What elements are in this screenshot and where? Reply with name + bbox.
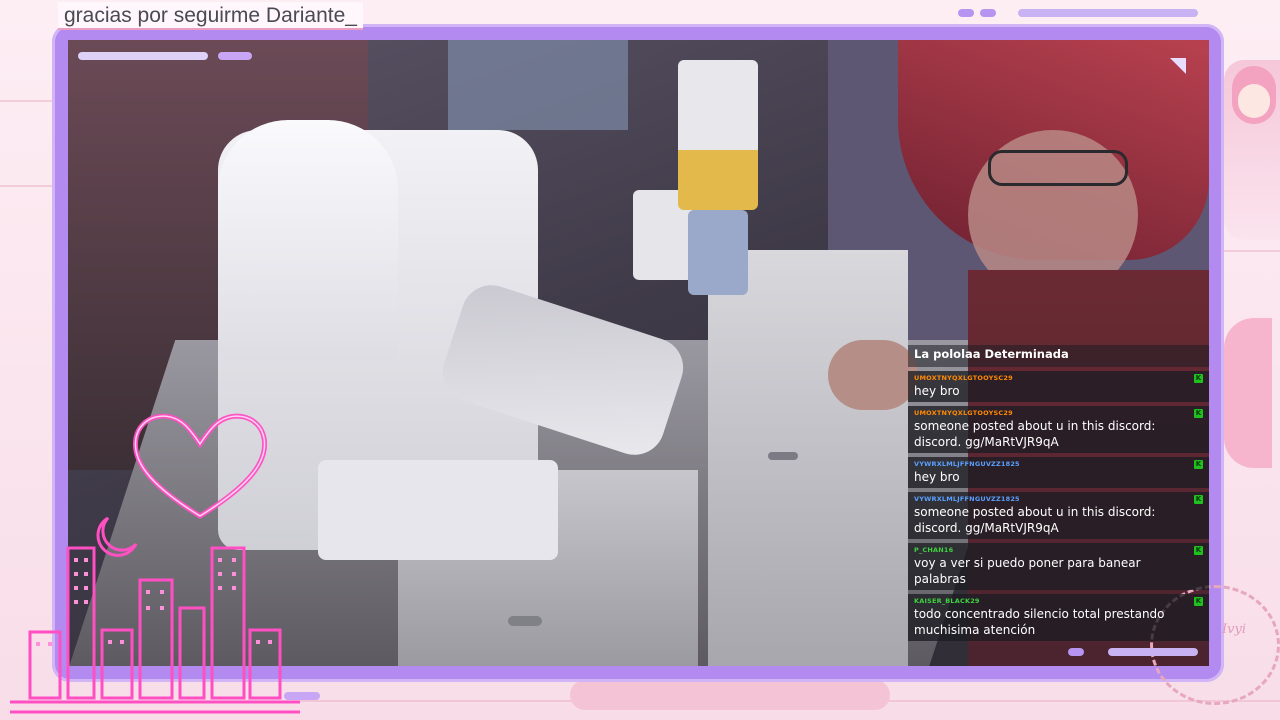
video-top-bar — [78, 52, 208, 60]
chat-message-text: someone posted about u in this discord: … — [914, 505, 1156, 535]
chat-message-text: hey bro — [914, 384, 960, 398]
chat-message-text: voy a ver si puedo poner para banear pal… — [914, 556, 1141, 586]
scene-knob — [508, 616, 542, 626]
background-line — [0, 100, 60, 102]
chat-scroll-indicator — [1068, 648, 1084, 656]
chat-username: UMOXTNYQXLGTOOYSC29 — [914, 374, 1013, 382]
top-progress-bar — [1018, 9, 1198, 17]
background-line — [1224, 250, 1280, 252]
corner-triangle-icon — [1170, 58, 1186, 74]
chat-message: P_CHAN16 voy a ver si puedo poner para b… — [908, 543, 1209, 590]
follower-alert: gracias por seguirme Dariante_ — [58, 2, 363, 30]
scene-poster — [448, 40, 628, 130]
neon-heart-icon — [132, 413, 268, 519]
chat-message: VYWRXLMLJFFNGUVZZ1825 someone posted abo… — [908, 492, 1209, 539]
background-cloud — [570, 680, 890, 710]
stamp-text: Ivyi — [1222, 622, 1246, 637]
background-line — [0, 185, 60, 187]
scene-cabinet — [708, 250, 908, 666]
streamer-hand — [828, 340, 918, 410]
mod-badge-icon: K — [1194, 409, 1203, 418]
neon-city-skyline — [10, 516, 300, 714]
chat-message-text: someone posted about u in this discord: … — [914, 419, 1156, 449]
chat-message-text: todo concentrado silencio total prestand… — [914, 607, 1165, 637]
chat-username: VYWRXLMLJFFNGUVZZ1825 — [914, 495, 1020, 503]
chat-username: UMOXTNYQXLGTOOYSC29 — [914, 409, 1013, 417]
streamer-glasses — [988, 150, 1128, 186]
chat-channel-name: La pololaa Determinada — [908, 345, 1209, 367]
mod-badge-icon: K — [1194, 374, 1203, 383]
mod-badge-icon: K — [1194, 597, 1203, 606]
pink-heart-decoration — [1224, 318, 1272, 468]
bottom-bar — [284, 692, 320, 700]
chat-overlay: La pololaa Determinada UMOXTNYQXLGTOOYSC… — [908, 345, 1209, 665]
chat-message: KAISER_BLACK29 todo concentrado silencio… — [908, 594, 1209, 641]
scene-jar — [678, 60, 758, 210]
scene-knob — [768, 452, 798, 460]
chat-message: VYWRXLMLJFFNGUVZZ1825 hey bro K — [908, 457, 1209, 488]
chat-message-text: hey bro — [914, 470, 960, 484]
top-indicator-pill — [958, 9, 974, 17]
mod-badge-icon: K — [1194, 495, 1203, 504]
top-indicator-pill — [980, 9, 996, 17]
scene-mug — [688, 210, 748, 295]
chat-username: P_CHAN16 — [914, 546, 954, 554]
sewing-machine-base — [318, 460, 558, 560]
chat-message: UMOXTNYQXLGTOOYSC29 someone posted about… — [908, 406, 1209, 453]
chat-username: VYWRXLMLJFFNGUVZZ1825 — [914, 460, 1020, 468]
chat-username: KAISER_BLACK29 — [914, 597, 980, 605]
chat-message: UMOXTNYQXLGTOOYSC29 hey bro K — [908, 371, 1209, 402]
mod-badge-icon: K — [1194, 546, 1203, 555]
neon-moon-icon — [96, 516, 138, 557]
anime-character-face — [1238, 84, 1270, 118]
mod-badge-icon: K — [1194, 460, 1203, 469]
video-top-bar — [218, 52, 252, 60]
chat-scroll-bar — [1108, 648, 1198, 656]
sewing-machine-head — [218, 120, 398, 360]
anime-character-art — [1224, 60, 1280, 240]
